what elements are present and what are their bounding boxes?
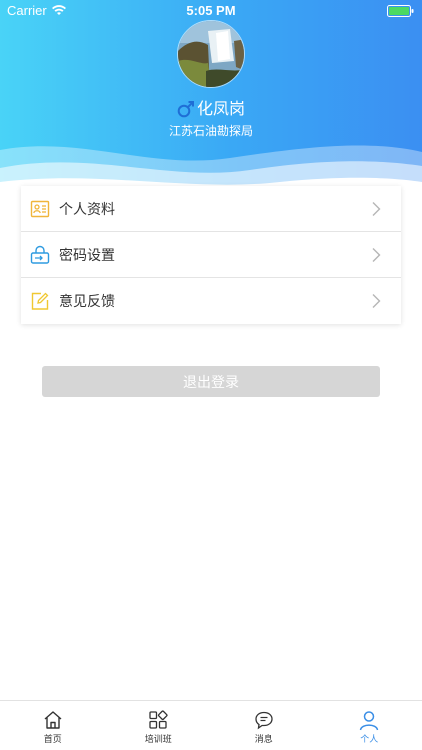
chevron-right-icon bbox=[372, 248, 381, 262]
profile-name-row: 化凤岗 bbox=[0, 95, 422, 119]
chevron-right-icon bbox=[372, 202, 381, 216]
tab-personal[interactable]: 个人 bbox=[317, 701, 422, 750]
avatar[interactable] bbox=[177, 20, 245, 88]
menu-item-profile[interactable]: 个人资料 bbox=[21, 186, 401, 232]
status-bar: Carrier 5:05 PM bbox=[0, 0, 422, 22]
clock: 5:05 PM bbox=[186, 3, 236, 18]
organization-label: 江苏石油勘探局 bbox=[168, 124, 253, 138]
user-name: 化凤岗 bbox=[196, 99, 245, 118]
password-lock-icon bbox=[30, 245, 50, 264]
profile-card-icon bbox=[30, 200, 50, 218]
menu-item-label: 意见反馈 bbox=[59, 294, 115, 310]
tab-label: 首页 bbox=[43, 735, 62, 745]
tab-messages[interactable]: 消息 bbox=[211, 701, 317, 750]
menu-item-password[interactable]: 密码设置 bbox=[21, 232, 401, 278]
tab-label: 培训班 bbox=[144, 735, 172, 745]
menu-item-label: 密码设置 bbox=[59, 247, 115, 264]
message-icon bbox=[255, 711, 273, 730]
grid-icon bbox=[149, 710, 168, 729]
tab-training[interactable]: 培训班 bbox=[106, 701, 212, 750]
tab-bar: 首页 培训班 消息 个人 bbox=[0, 700, 422, 750]
menu-item-feedback[interactable]: 意见反馈 bbox=[21, 278, 401, 324]
tab-home[interactable]: 首页 bbox=[0, 701, 106, 750]
tab-label: 个人 bbox=[360, 735, 379, 745]
tab-label: 消息 bbox=[254, 735, 273, 745]
avatar-waterfall-image bbox=[178, 21, 244, 87]
menu-item-label: 个人资料 bbox=[59, 201, 115, 218]
logout-button[interactable]: 退出登录 bbox=[42, 366, 380, 397]
male-symbol-icon bbox=[177, 101, 194, 118]
feedback-edit-icon bbox=[31, 292, 49, 310]
person-icon bbox=[360, 711, 379, 731]
battery-icon bbox=[387, 5, 414, 17]
home-icon bbox=[44, 711, 62, 729]
chevron-right-icon bbox=[372, 294, 381, 308]
settings-menu: 个人资料 密码设置 意见反馈 bbox=[21, 186, 401, 324]
